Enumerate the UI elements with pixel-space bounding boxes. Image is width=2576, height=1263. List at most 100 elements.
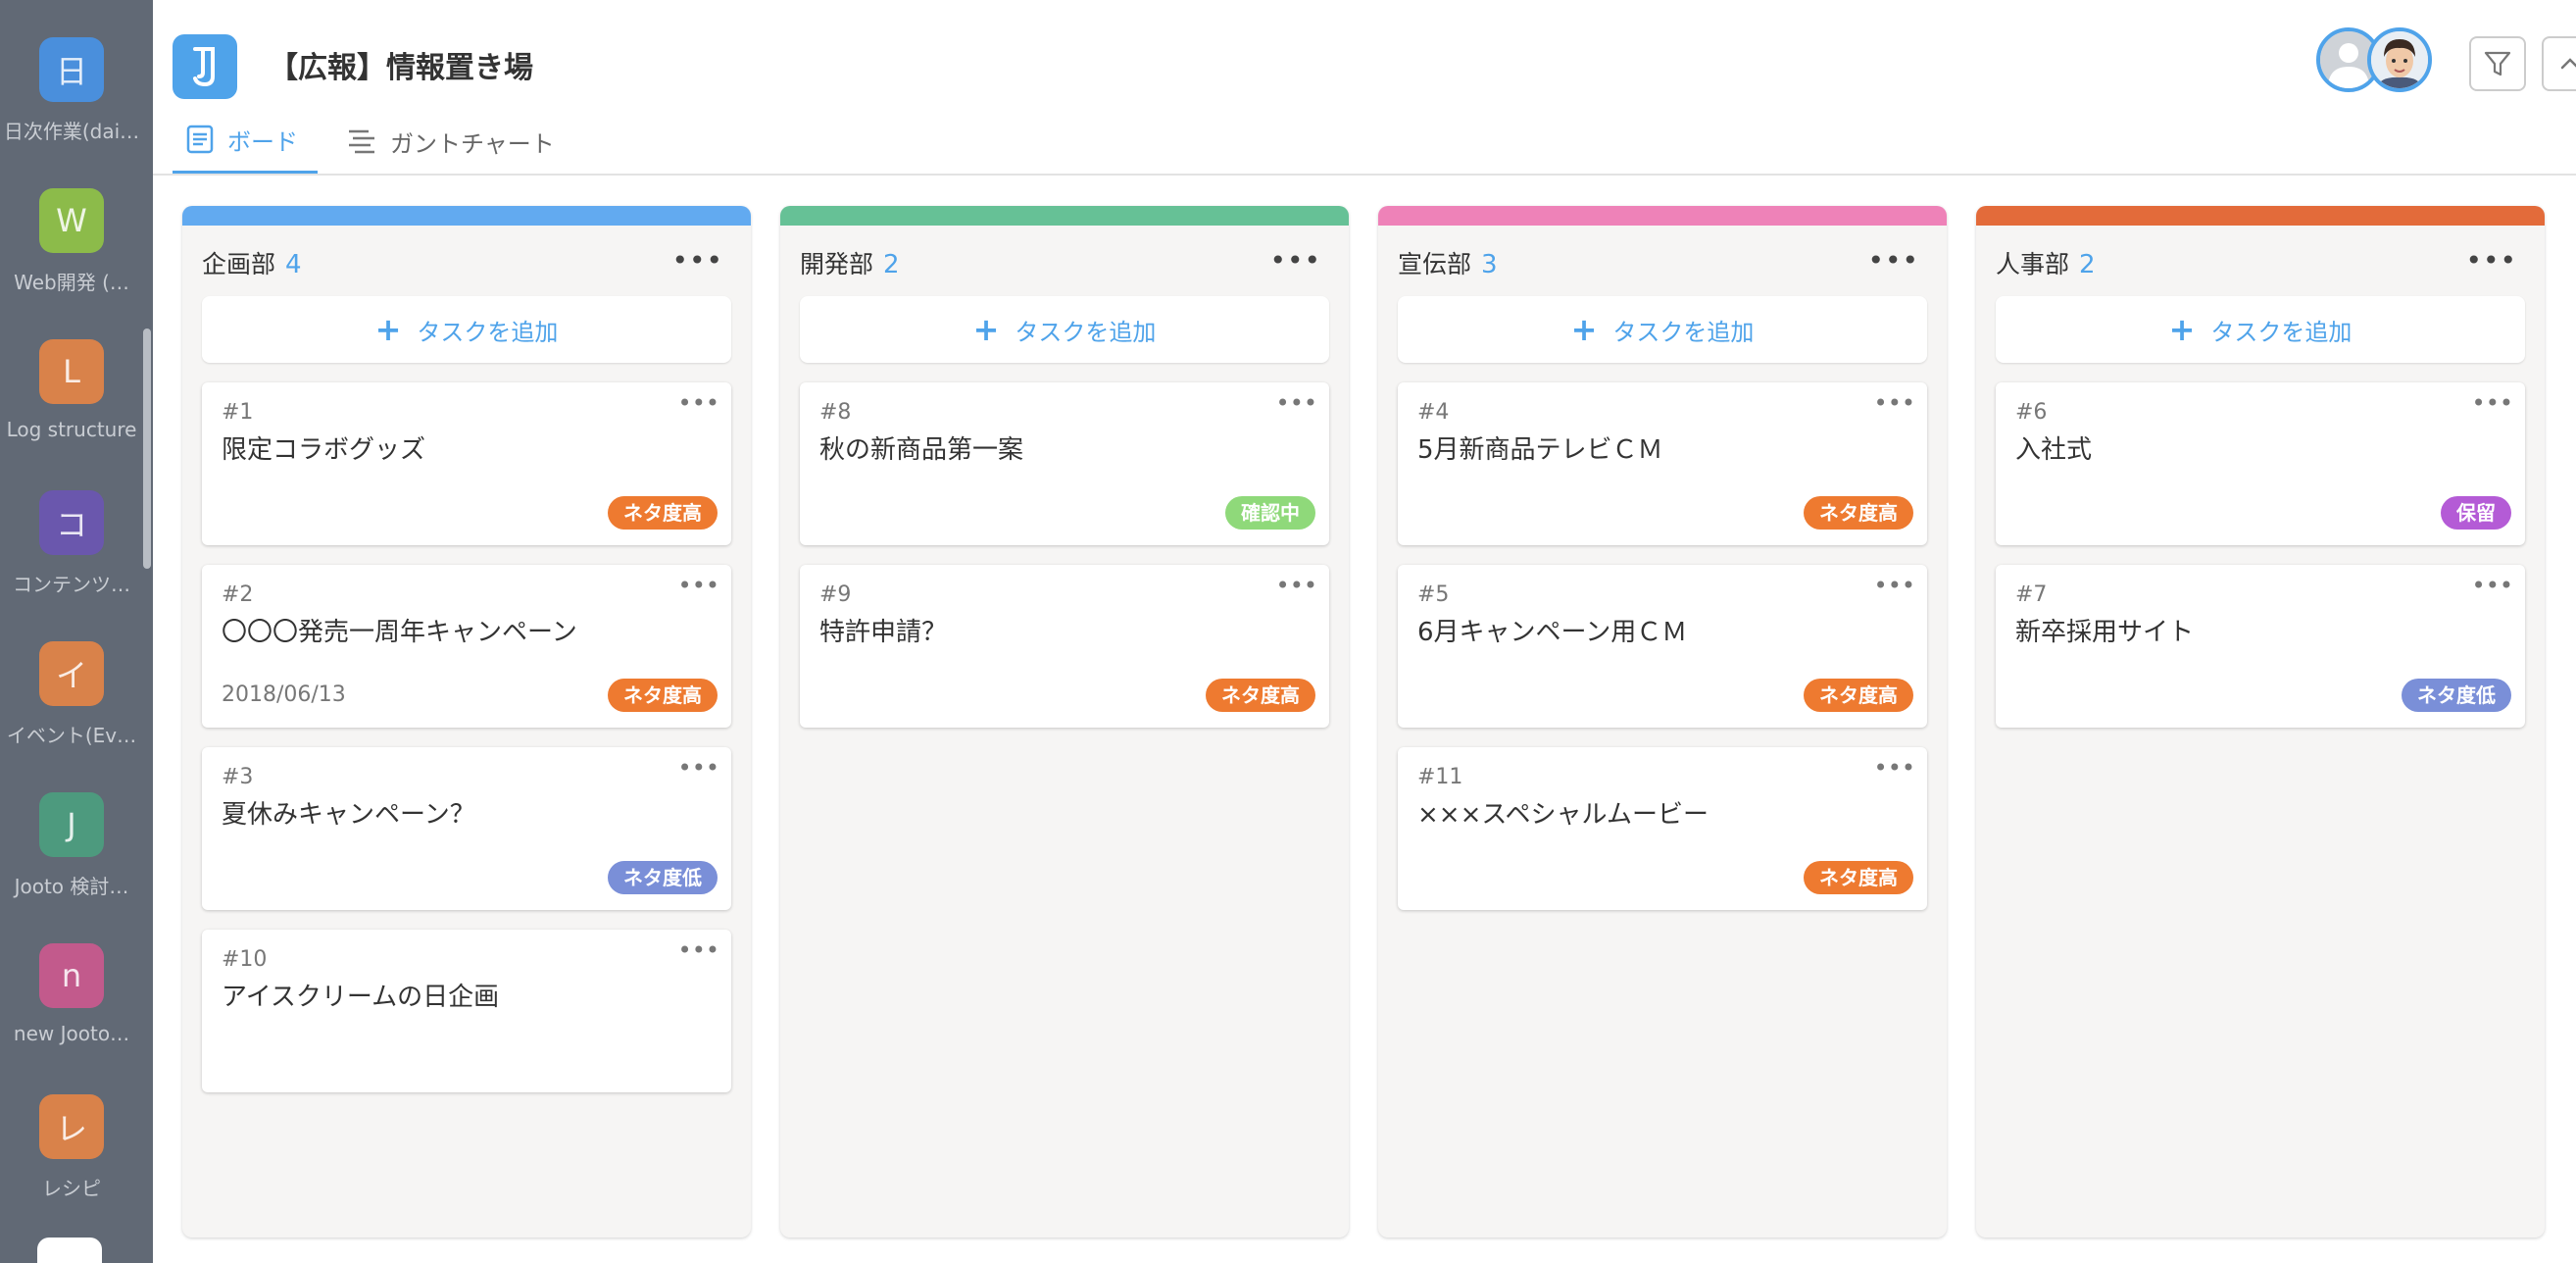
task-title: ×××スペシャルムービー (1417, 800, 1709, 830)
project-initial-icon: n (39, 943, 104, 1008)
add-task-label: タスクを追加 (1612, 318, 1755, 346)
task-card[interactable]: #6 ••• 入社式 保留 (1996, 382, 2525, 545)
project-initial-icon: L (39, 339, 104, 404)
tab-gantt-label: ガントチャート (390, 129, 555, 158)
card-more-menu-icon[interactable]: ••• (1874, 756, 1915, 780)
task-label-badge: ネタ度高 (608, 679, 718, 712)
column-color-bar (1976, 206, 2545, 226)
task-label-badge: ネタ度高 (1804, 496, 1913, 530)
task-label-badge: ネタ度高 (1206, 679, 1315, 712)
column-title: 企画部 4 (202, 245, 302, 280)
task-title: 入社式 (2015, 435, 2093, 465)
task-card[interactable]: #3 ••• 夏休みキャンペーン？ ネタ度低 (202, 747, 731, 910)
collapse-button[interactable] (2542, 36, 2576, 91)
card-more-menu-icon[interactable]: ••• (678, 756, 719, 780)
column-name: 宣伝部 (1398, 250, 1472, 278)
board-list-icon (186, 125, 214, 154)
task-number: #8 (819, 400, 852, 425)
board-header: 【広報】情報置き場 ボード ガントチャート (153, 0, 2576, 177)
card-list: #8 ••• 秋の新商品第一案 確認中 #9 ••• 特許申請？ ネタ度高 (780, 382, 1349, 728)
card-more-menu-icon[interactable]: ••• (2472, 574, 2513, 597)
plus-icon: + (374, 311, 402, 348)
tab-board-label: ボード (227, 127, 298, 156)
task-card[interactable]: #5 ••• 6月キャンペーン用ＣＭ ネタ度高 (1398, 565, 1927, 728)
sidebar-project-item[interactable]: W Web開発 (… (0, 188, 143, 295)
column-title: 開発部 2 (800, 245, 900, 280)
task-card[interactable]: #8 ••• 秋の新商品第一案 確認中 (800, 382, 1329, 545)
sidebar-project-item[interactable]: レレシピ (0, 1094, 143, 1201)
sidebar-project-item[interactable]: イイベント(Ev… (0, 641, 143, 748)
add-task-label: タスクを追加 (2210, 318, 2353, 346)
task-title: 〇〇〇発売一周年キャンペーン (222, 618, 577, 647)
task-label-badge: ネタ度高 (608, 496, 718, 530)
task-label-badge: 確認中 (1225, 496, 1315, 530)
column-header: 宣伝部 3 ••• (1378, 226, 1947, 296)
tab-board[interactable]: ボード (173, 108, 318, 175)
column-more-menu-icon[interactable]: ••• (1269, 247, 1321, 275)
card-more-menu-icon[interactable]: ••• (1276, 391, 1317, 415)
task-title: 限定コラボグッズ (222, 435, 426, 465)
board-column: 企画部 4 ••• + タスクを追加 #1 ••• 限定コラボグッズ ネタ度高 #2 ••• 〇〇〇発… (182, 206, 751, 1238)
card-more-menu-icon[interactable]: ••• (1276, 574, 1317, 597)
card-more-menu-icon[interactable]: ••• (678, 574, 719, 597)
board-title: 【広報】情報置き場 (269, 51, 533, 85)
task-card[interactable]: #2 ••• 〇〇〇発売一周年キャンペーン 2018/06/13 ネタ度高 (202, 565, 731, 728)
add-task-button[interactable]: + タスクを追加 (800, 296, 1329, 363)
member-avatar-photo[interactable] (2367, 27, 2432, 92)
project-label: イベント(Ev… (6, 724, 137, 747)
add-task-button[interactable]: + タスクを追加 (1398, 296, 1927, 363)
column-task-count: 3 (1481, 250, 1498, 279)
task-title: 6月キャンペーン用ＣＭ (1417, 618, 1688, 647)
sidebar-project-item[interactable]: L Log structure (0, 339, 143, 441)
project-initial-icon: J (39, 792, 104, 857)
card-more-menu-icon[interactable]: ••• (678, 938, 719, 962)
header-divider (153, 174, 2576, 176)
task-label-badge: ネタ度高 (1804, 679, 1913, 712)
task-label-badge: ネタ度高 (1804, 861, 1913, 894)
card-list: #6 ••• 入社式 保留 #7 ••• 新卒採用サイト ネタ度低 (1976, 382, 2545, 728)
task-number: #5 (1417, 582, 1450, 607)
kanban-board: 企画部 4 ••• + タスクを追加 #1 ••• 限定コラボグッズ ネタ度高 #2 ••• 〇〇〇発… (153, 177, 2576, 1263)
sidebar-project-item[interactable]: 日日次作業(dai… (0, 37, 143, 144)
sidebar-project-item[interactable]: ココンテンツ… (0, 490, 143, 597)
add-task-button[interactable]: + タスクを追加 (1996, 296, 2525, 363)
project-initial-icon: イ (39, 641, 104, 706)
task-card[interactable]: #9 ••• 特許申請？ ネタ度高 (800, 565, 1329, 728)
task-card[interactable]: #7 ••• 新卒採用サイト ネタ度低 (1996, 565, 2525, 728)
plus-icon: + (1570, 311, 1598, 348)
column-more-menu-icon[interactable]: ••• (2465, 247, 2517, 275)
column-color-bar (1378, 206, 1947, 226)
board-column: 人事部 2 ••• + タスクを追加 #6 ••• 入社式 保留 #7 ••• 新卒採用サイト ネタ度低 (1976, 206, 2545, 1238)
sidebar-project-partial[interactable] (37, 1238, 102, 1263)
task-title: 5月新商品テレビＣＭ (1417, 435, 1663, 465)
task-number: #4 (1417, 400, 1450, 425)
task-card[interactable]: #1 ••• 限定コラボグッズ ネタ度高 (202, 382, 731, 545)
tab-gantt-chart[interactable]: ガントチャート (327, 108, 574, 175)
board-column: 宣伝部 3 ••• + タスクを追加 #4 ••• 5月新商品テレビＣＭ ネタ度高 #5 ••• 6月… (1378, 206, 1947, 1238)
project-label: new Jooto… (13, 1022, 130, 1045)
column-task-count: 2 (2079, 250, 2096, 279)
card-more-menu-icon[interactable]: ••• (678, 391, 719, 415)
sidebar-project-item[interactable]: J Jooto 検討… (0, 792, 143, 899)
task-number: #2 (222, 582, 254, 607)
card-more-menu-icon[interactable]: ••• (1874, 574, 1915, 597)
task-card[interactable]: #11 ••• ×××スペシャルムービー ネタ度高 (1398, 747, 1927, 910)
project-initial-icon: 日 (39, 37, 104, 102)
column-more-menu-icon[interactable]: ••• (671, 247, 723, 275)
column-more-menu-icon[interactable]: ••• (1867, 247, 1919, 275)
column-title: 宣伝部 3 (1398, 245, 1498, 280)
card-more-menu-icon[interactable]: ••• (2472, 391, 2513, 415)
card-more-menu-icon[interactable]: ••• (1874, 391, 1915, 415)
task-label-badge: ネタ度低 (608, 861, 718, 894)
plus-icon: + (2168, 311, 2196, 348)
chevron-up-icon (2560, 58, 2576, 70)
column-task-count: 2 (883, 250, 900, 279)
sidebar-scrollbar[interactable] (143, 328, 151, 569)
task-card[interactable]: #10 ••• アイスクリームの日企画 (202, 930, 731, 1092)
task-card[interactable]: #4 ••• 5月新商品テレビＣＭ ネタ度高 (1398, 382, 1927, 545)
add-task-button[interactable]: + タスクを追加 (202, 296, 731, 363)
jooto-logo-icon[interactable] (173, 34, 237, 99)
gantt-lines-icon (349, 129, 374, 154)
sidebar-project-item[interactable]: n new Jooto… (0, 943, 143, 1045)
filter-button[interactable] (2469, 36, 2526, 91)
